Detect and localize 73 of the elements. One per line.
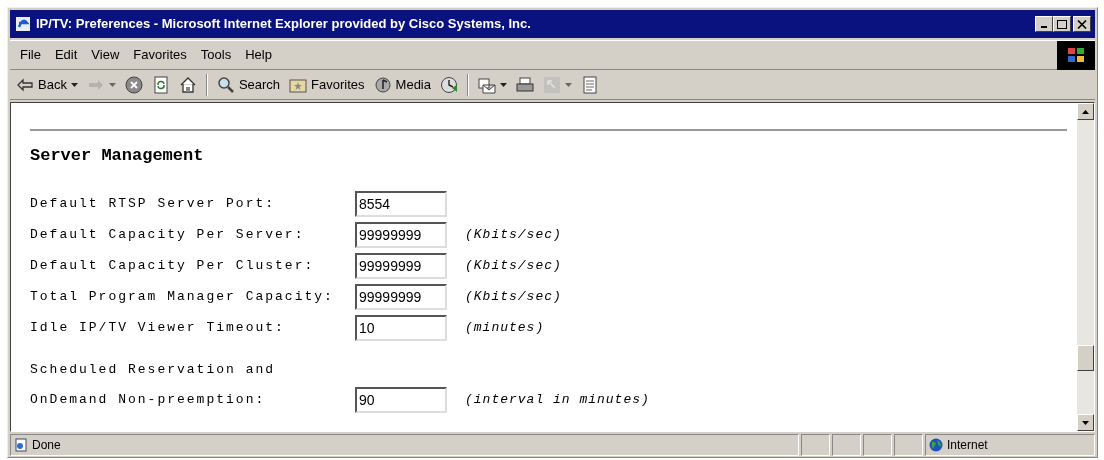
- stop-button[interactable]: [124, 75, 143, 94]
- print-button[interactable]: [516, 75, 534, 94]
- back-button[interactable]: Back: [16, 74, 78, 95]
- section-heading: Server Management: [30, 145, 205, 167]
- input-field[interactable]: 10: [355, 314, 447, 341]
- field-label: Idle IP/TV Viewer Timeout:: [30, 318, 286, 337]
- status-pane: [801, 434, 830, 456]
- field-label: Default Capacity Per Server:: [30, 225, 306, 244]
- unit-label: (minutes): [465, 318, 545, 337]
- close-icon: [1077, 19, 1087, 29]
- minimize-button[interactable]: [1035, 16, 1053, 32]
- mail-button[interactable]: [478, 75, 507, 94]
- field-label: Default Capacity Per Cluster:: [30, 256, 316, 275]
- maximize-icon: [1057, 19, 1067, 29]
- caret-icon: [108, 82, 116, 87]
- menu-item[interactable]: View: [91, 45, 120, 65]
- clock-icon: [440, 75, 458, 94]
- menu-item[interactable]: Favorites: [133, 45, 187, 65]
- field-label: Total Program Manager Capacity:: [30, 287, 335, 306]
- field-label: Default RTSP Server Port:: [30, 194, 277, 213]
- maximize-button[interactable]: [1053, 16, 1071, 32]
- zone-text: Internet: [947, 437, 988, 454]
- caret-icon: [500, 82, 507, 87]
- vertical-scrollbar[interactable]: [1077, 103, 1094, 431]
- status-pane: [863, 434, 892, 456]
- field-label: Scheduled Reservation and: [30, 360, 277, 379]
- menu-item[interactable]: File: [20, 45, 41, 65]
- status-pane: [832, 434, 861, 456]
- status-pane: [894, 434, 923, 456]
- scroll-down-button[interactable]: [1077, 414, 1094, 431]
- document-icon: [581, 75, 599, 94]
- refresh-icon: [151, 75, 170, 94]
- unit-label: (Kbits/sec): [465, 225, 562, 244]
- stop-icon: [124, 75, 143, 94]
- unit-label: (Kbits/sec): [465, 256, 562, 275]
- edit-icon: [543, 75, 561, 94]
- home-icon: [178, 75, 197, 94]
- scroll-thumb[interactable]: [1077, 345, 1094, 371]
- menu-item[interactable]: Edit: [54, 45, 78, 65]
- globe-icon: [929, 438, 943, 452]
- favorites-button[interactable]: Favorites: [289, 74, 365, 95]
- minimize-icon: [1041, 26, 1047, 28]
- media-button[interactable]: Media: [373, 74, 431, 95]
- mail-icon: [478, 75, 496, 94]
- unit-label: (Kbits/sec): [465, 287, 562, 306]
- caret-icon: [70, 82, 78, 87]
- input-field[interactable]: 8554: [355, 190, 447, 217]
- windows-flag-icon: [1066, 46, 1086, 64]
- search-button[interactable]: Search: [216, 74, 281, 95]
- refresh-button[interactable]: [151, 75, 170, 94]
- menu-item[interactable]: Tools: [200, 45, 232, 65]
- close-button[interactable]: [1073, 16, 1091, 32]
- menu-item[interactable]: Help: [245, 45, 272, 65]
- history-button[interactable]: [440, 75, 458, 94]
- search-icon: [216, 75, 235, 94]
- printer-icon: [516, 75, 534, 94]
- window-title: IP/TV: Preferences - Microsoft Internet Explorer provided by Cisco Systems, Inc.: [36, 15, 531, 34]
- field-label: OnDemand Non-preemption:: [30, 391, 267, 410]
- input-field[interactable]: 90: [355, 387, 447, 413]
- unit-label: (interval in minutes): [465, 391, 650, 410]
- home-button[interactable]: [178, 75, 197, 94]
- input-field[interactable]: 99999999: [355, 221, 447, 248]
- page-icon: [14, 438, 28, 452]
- scroll-up-button[interactable]: [1077, 103, 1094, 120]
- input-field[interactable]: 99999999: [355, 283, 447, 310]
- media-icon: [373, 75, 392, 94]
- down-arrow-icon: [1082, 420, 1089, 425]
- up-arrow-icon: [1082, 109, 1089, 114]
- input-field[interactable]: 99999999: [355, 252, 447, 279]
- discuss-button[interactable]: [581, 75, 599, 94]
- status-text: Done: [32, 437, 61, 454]
- browser-icon: [14, 15, 32, 33]
- caret-icon: [565, 82, 572, 87]
